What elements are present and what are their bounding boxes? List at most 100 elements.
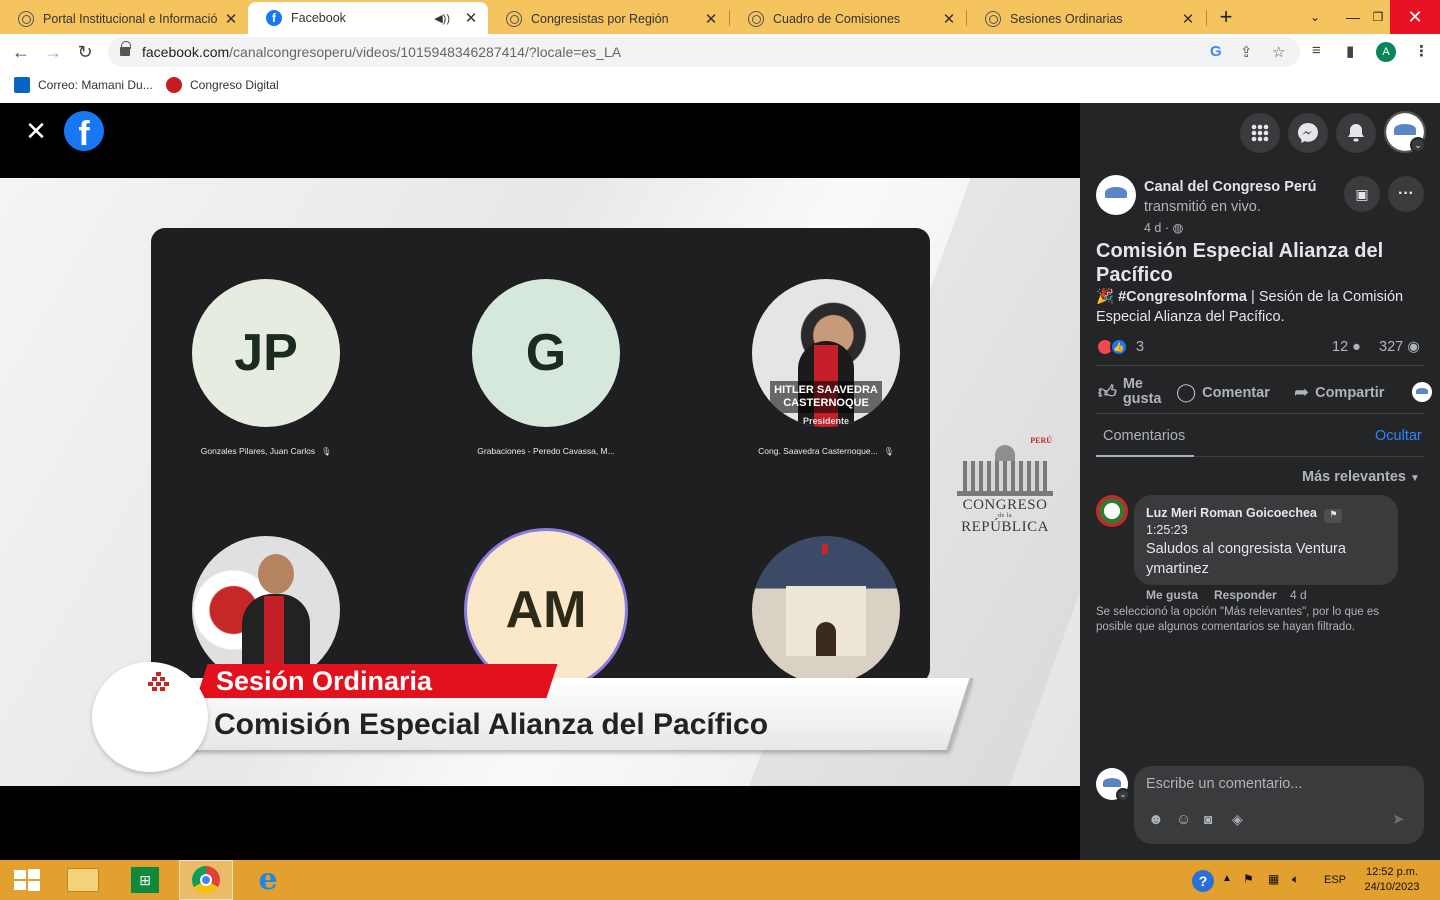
reactions-count[interactable]: 3 xyxy=(1136,339,1144,355)
reload-button[interactable]: ↻ xyxy=(72,40,98,64)
address-bar[interactable]: facebook.com/canalcongresoperu/videos/10… xyxy=(108,37,1300,67)
share-button[interactable]: ➦ Compartir xyxy=(1294,382,1384,403)
reaction-identity-avatar[interactable] xyxy=(1412,382,1432,402)
url-text[interactable]: facebook.com/canalcongresoperu/videos/10… xyxy=(142,44,621,60)
chrome-icon-center xyxy=(200,874,212,886)
google-translate-icon[interactable]: G xyxy=(1210,43,1222,60)
facebook-logo-icon[interactable]: f xyxy=(64,111,104,151)
messenger-icon xyxy=(1298,123,1318,143)
hide-comments-link[interactable]: Ocultar xyxy=(1375,428,1422,444)
sticker-icon[interactable]: ◈ xyxy=(1232,811,1243,828)
eye-icon: ◉ xyxy=(1407,339,1420,355)
like-button[interactable]: 👍︎ Me gusta xyxy=(1098,377,1167,407)
minimize-button[interactable]: — xyxy=(1340,0,1366,34)
close-icon[interactable]: ✕ xyxy=(704,10,718,28)
tab-portal-institucional[interactable]: Portal Institucional e Información ✕ xyxy=(0,4,248,34)
share-icon[interactable]: ⇪ xyxy=(1240,43,1253,61)
comment-button[interactable]: ◯ Comentar xyxy=(1176,382,1270,403)
logo-base xyxy=(957,491,1053,496)
tray-chevron-up-icon[interactable]: ▲ xyxy=(1222,873,1232,884)
comment-composer[interactable]: Escribe un comentario... ☻ ☺ ◙ ◈ ➤ xyxy=(1134,766,1424,844)
sort-dropdown[interactable]: Más relevantes ▼ xyxy=(1302,469,1420,485)
lock-icon[interactable] xyxy=(120,41,131,57)
file-explorer-button[interactable] xyxy=(56,860,110,900)
tab-comments[interactable]: Comentarios xyxy=(1103,428,1185,444)
window-close-button[interactable]: ✕ xyxy=(1390,0,1440,34)
tab-search-chevron-icon[interactable]: ⌄ xyxy=(1300,0,1330,34)
restore-button[interactable]: ❐ xyxy=(1366,0,1390,34)
post-description: 🎉 #CongresoInforma | Sesión de la Comisi… xyxy=(1096,287,1426,327)
reading-list-icon[interactable]: ≡ xyxy=(1312,42,1321,59)
action-center-flag-icon[interactable]: ⚑ xyxy=(1243,872,1254,886)
profile-avatar[interactable]: A xyxy=(1376,42,1396,62)
menu-grid-button[interactable] xyxy=(1240,113,1280,153)
account-chevron-icon[interactable]: ⌄ xyxy=(1410,137,1426,153)
close-viewer-icon[interactable]: ✕ xyxy=(24,118,48,144)
page-avatar[interactable] xyxy=(1096,175,1136,215)
comment-reply-link[interactable]: Responder xyxy=(1214,588,1277,602)
comments-count[interactable]: 12 ● xyxy=(1332,339,1361,355)
messenger-button[interactable] xyxy=(1288,113,1328,153)
bookmark-congreso-digital[interactable]: Congreso Digital xyxy=(166,77,279,93)
clock-time: 12:52 p.m. xyxy=(1366,866,1418,878)
tab-cuadro-comisiones[interactable]: Cuadro de Comisiones ✕ xyxy=(730,4,966,34)
speaker-icon[interactable]: ◀)) xyxy=(434,12,450,25)
chrome-taskbar-button[interactable] xyxy=(179,860,233,900)
tab-facebook[interactable]: f Facebook ◀)) ✕ xyxy=(248,2,488,34)
tab-title: Cuadro de Comisiones xyxy=(773,12,901,26)
store-button[interactable]: ⊞ xyxy=(118,860,172,900)
page-name[interactable]: Canal del Congreso Perú xyxy=(1144,179,1316,195)
comment-text: Saludos al congresista Ventura ymartinez xyxy=(1146,541,1346,577)
new-tab-button[interactable]: + xyxy=(1210,0,1242,34)
comment-timestamp[interactable]: 1:25:23 xyxy=(1146,523,1188,537)
browser-toolbar: ← → ↻ facebook.com/canalcongresoperu/vid… xyxy=(0,34,1440,70)
help-icon[interactable]: ? xyxy=(1192,870,1214,892)
start-button[interactable] xyxy=(0,860,54,900)
mic-off-icon: 🎙 xyxy=(321,447,332,456)
avatar-sticker-icon[interactable]: ☻ xyxy=(1148,811,1164,828)
forward-button[interactable]: → xyxy=(40,40,66,64)
clock-date: 24/10/2023 xyxy=(1364,881,1420,893)
post-hashtag[interactable]: #CongresoInforma xyxy=(1118,289,1247,305)
participant-initials: AM xyxy=(505,581,587,639)
close-icon[interactable]: ✕ xyxy=(942,10,956,28)
caret-down-icon: ▼ xyxy=(1410,473,1420,484)
camera-icon[interactable]: ◙ xyxy=(1204,811,1212,827)
network-icon[interactable]: ▦ xyxy=(1268,872,1279,886)
like-label: Me gusta xyxy=(1122,376,1162,407)
tab-sesiones-ordinarias[interactable]: Sesiones Ordinarias ✕ xyxy=(967,4,1205,34)
meeting-grid: JP Gonzales Pilares, Juan Carlos 🎙 G Grab… xyxy=(151,228,930,683)
bookmark-correo[interactable]: Correo: Mamani Du... xyxy=(14,77,153,93)
notifications-button[interactable] xyxy=(1336,113,1376,153)
menu-kebab-icon[interactable]: ⋮ xyxy=(1414,42,1429,60)
more-options-button[interactable]: ··· xyxy=(1388,176,1424,212)
tab-congresistas-region[interactable]: Congresistas por Región ✕ xyxy=(488,4,728,34)
system-clock[interactable]: 12:52 p.m. 24/10/2023 xyxy=(1352,865,1432,895)
comment-author[interactable]: Luz Meri Roman Goicoechea ⚑ xyxy=(1146,506,1343,523)
commenter-avatar[interactable] xyxy=(1096,495,1128,527)
windows-taskbar: ⊞ e ? ▲ ⚑ ▦ 🔈︎ ESP 12:52 p.m. 24/10/2023 xyxy=(0,860,1440,900)
close-icon[interactable]: ✕ xyxy=(1181,10,1195,28)
video-player[interactable]: JP Gonzales Pilares, Juan Carlos 🎙 G Grab… xyxy=(0,178,1080,786)
bookmark-star-icon[interactable]: ☆ xyxy=(1272,43,1285,61)
send-icon[interactable]: ➤ xyxy=(1392,810,1405,828)
tab-title: Congresistas por Región xyxy=(531,12,669,26)
comment-like-link[interactable]: Me gusta xyxy=(1146,588,1198,602)
composer-avatar-chevron-icon[interactable]: ⌄ xyxy=(1116,788,1130,802)
comment-age[interactable]: 4 d xyxy=(1290,588,1307,602)
close-icon[interactable]: ✕ xyxy=(464,9,478,27)
volume-icon[interactable]: 🔈︎ xyxy=(1292,872,1299,887)
more-horizontal-icon: ··· xyxy=(1398,185,1414,202)
save-post-button[interactable]: ▣ xyxy=(1344,176,1380,212)
side-panel-icon[interactable]: ▮ xyxy=(1346,42,1354,60)
back-button[interactable]: ← xyxy=(8,40,34,64)
post-time[interactable]: 4 d · ◍ xyxy=(1144,220,1183,235)
globe-icon xyxy=(985,11,1001,27)
input-language[interactable]: ESP xyxy=(1324,874,1346,886)
internet-explorer-button[interactable]: e xyxy=(241,860,295,900)
comment-input-placeholder[interactable]: Escribe un comentario... xyxy=(1146,776,1302,792)
emoji-icon[interactable]: ☺ xyxy=(1176,811,1191,828)
public-globe-icon: ◍ xyxy=(1172,221,1184,235)
close-icon[interactable]: ✕ xyxy=(224,10,238,28)
post-action: transmitió en vivo. xyxy=(1144,199,1261,215)
